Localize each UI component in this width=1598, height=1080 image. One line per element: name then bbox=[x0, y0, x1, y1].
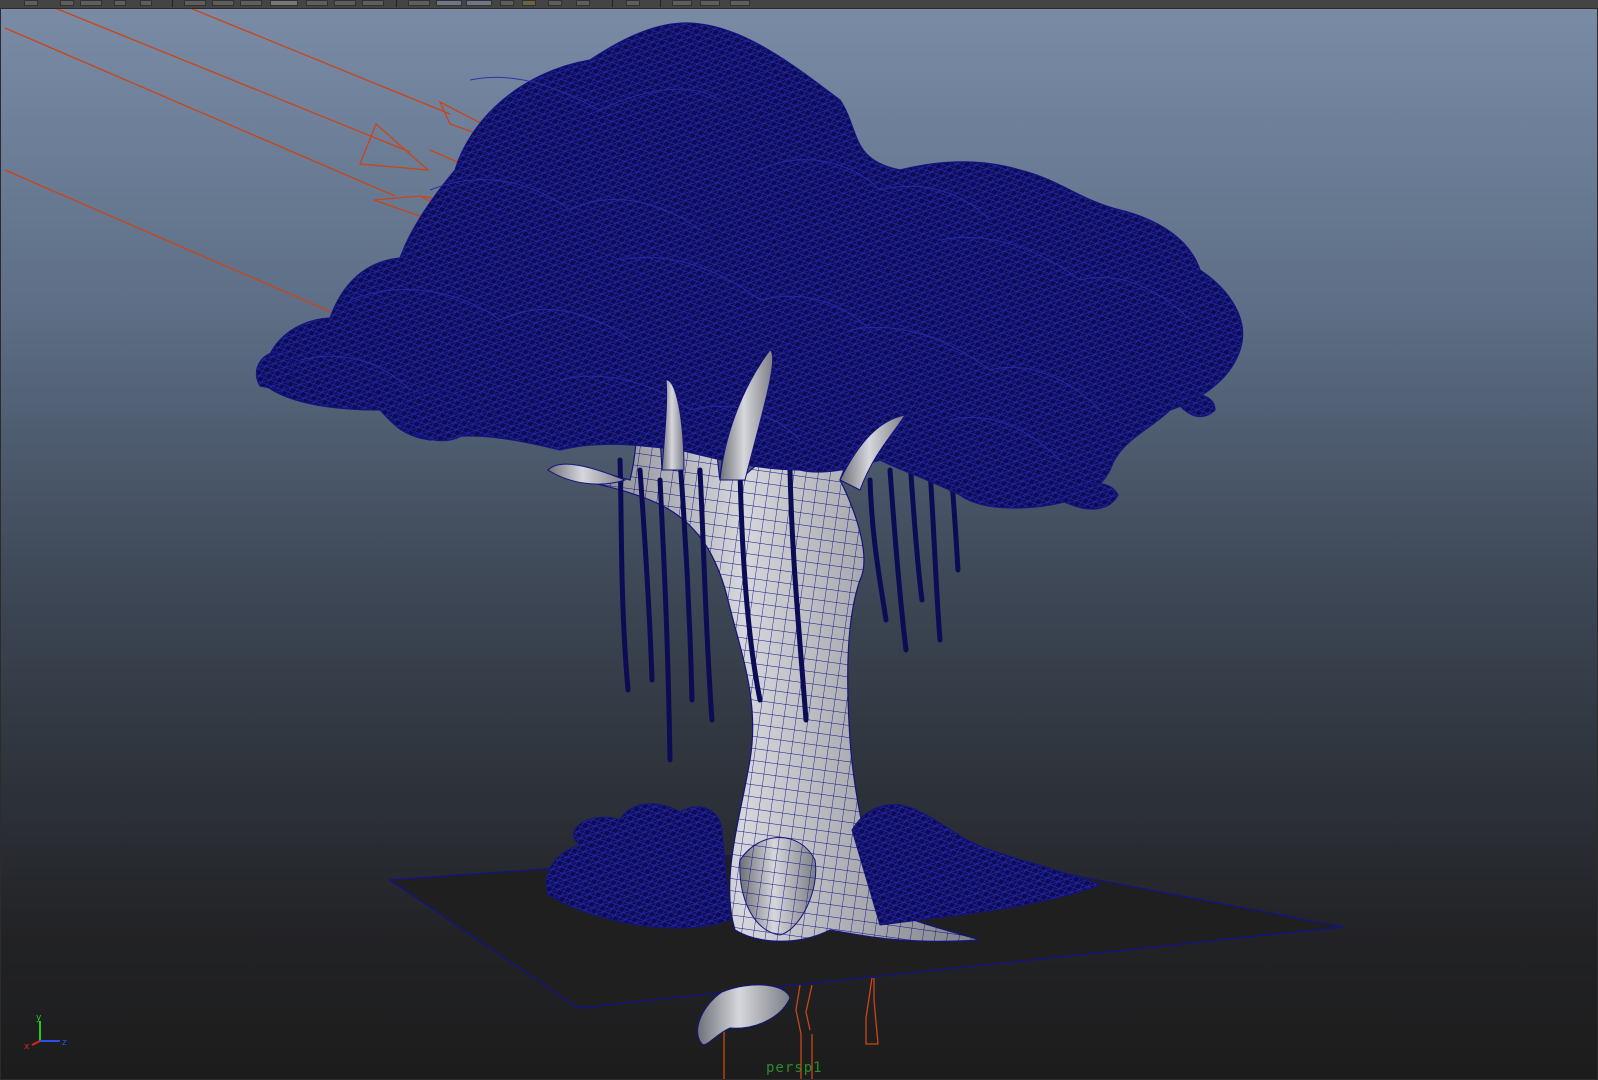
axis-gizmo: y x z bbox=[24, 1013, 67, 1052]
field-chart-icon[interactable] bbox=[548, 0, 562, 6]
select-tool-icon[interactable] bbox=[24, 0, 38, 6]
rotate-tool-icon[interactable] bbox=[114, 0, 126, 6]
shadow-icon[interactable] bbox=[362, 0, 384, 6]
perspective-viewport[interactable]: persp1 y x z bbox=[0, 8, 1598, 1080]
isolate-icon[interactable] bbox=[408, 0, 430, 6]
toolbar-separator bbox=[612, 0, 613, 7]
texture-icon[interactable] bbox=[306, 0, 328, 6]
scene-3d-view[interactable] bbox=[0, 8, 1598, 1080]
axis-z-label: z bbox=[62, 1038, 67, 1048]
overscan-icon[interactable] bbox=[700, 0, 720, 6]
axis-x-label: x bbox=[24, 1042, 30, 1052]
fstop-icon[interactable] bbox=[730, 0, 750, 6]
camera-icon[interactable] bbox=[184, 0, 206, 6]
light-icon[interactable] bbox=[334, 0, 356, 6]
toolbar-separator bbox=[172, 0, 173, 7]
hud-icon[interactable] bbox=[626, 0, 640, 6]
toolbar-separator bbox=[660, 0, 661, 7]
grid-icon[interactable] bbox=[212, 0, 234, 6]
axis-x-line bbox=[31, 1040, 41, 1046]
scale-tool-icon[interactable] bbox=[140, 0, 152, 6]
toolbar-separator bbox=[396, 0, 397, 7]
resolution-gate-icon[interactable] bbox=[500, 0, 514, 6]
axis-y-label: y bbox=[36, 1013, 42, 1023]
banyan-tree-mesh[interactable] bbox=[255, 22, 1244, 942]
xray-joints-icon[interactable] bbox=[466, 0, 492, 6]
film-gate-icon[interactable] bbox=[672, 0, 692, 6]
lasso-tool-icon[interactable] bbox=[60, 0, 74, 6]
camera-name-label: persp1 bbox=[766, 1060, 823, 1076]
smooth-shading-icon[interactable] bbox=[270, 0, 298, 6]
xray-icon[interactable] bbox=[436, 0, 462, 6]
move-tool-icon[interactable] bbox=[80, 0, 102, 6]
wireframe-shading-icon[interactable] bbox=[240, 0, 262, 6]
safe-action-icon[interactable] bbox=[576, 0, 590, 6]
gate-mask-icon[interactable] bbox=[522, 0, 536, 6]
maya-viewport-window: persp1 y x z bbox=[0, 0, 1598, 1080]
